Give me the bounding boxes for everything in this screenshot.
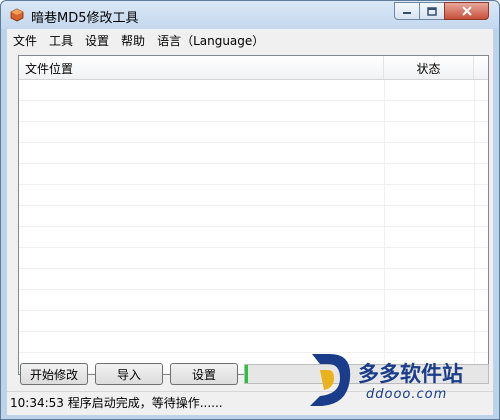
title-bar[interactable]: 暗巷MD5修改工具 [1, 1, 499, 29]
status-text: 10:34:53 程序启动完成，等待操作...... [10, 396, 223, 410]
maximize-button[interactable] [419, 2, 445, 20]
import-button[interactable]: 导入 [95, 363, 163, 385]
watermark-url: ddooo.com [366, 387, 448, 402]
close-button[interactable] [444, 2, 489, 20]
start-modify-button[interactable]: 开始修改 [20, 363, 88, 385]
list-rows [19, 80, 488, 374]
list-header: 文件位置 状态 [19, 56, 488, 80]
maximize-icon [427, 6, 437, 16]
watermark-brand: 多多软件站 [358, 362, 463, 386]
menu-help[interactable]: 帮助 [115, 32, 151, 49]
menu-settings[interactable]: 设置 [79, 32, 115, 49]
column-header-status[interactable]: 状态 [384, 56, 474, 79]
minimize-button[interactable] [394, 2, 420, 20]
settings-button[interactable]: 设置 [170, 363, 238, 385]
column-header-file-location[interactable]: 文件位置 [19, 56, 384, 79]
column-divider [474, 80, 475, 374]
watermark-logo: 多多软件站 ddooo.com [306, 350, 496, 416]
window-title: 暗巷MD5修改工具 [31, 11, 139, 26]
menu-file[interactable]: 文件 [7, 32, 43, 49]
minimize-icon [403, 12, 411, 14]
menu-bar: 文件 工具 设置 帮助 语言（Language） [7, 29, 493, 51]
menu-tools[interactable]: 工具 [43, 32, 79, 49]
app-icon [10, 8, 24, 22]
close-icon [461, 6, 472, 16]
progress-fill [245, 365, 248, 383]
menu-language[interactable]: 语言（Language） [151, 32, 270, 49]
file-list[interactable]: 文件位置 状态 [18, 55, 489, 375]
column-divider [384, 80, 385, 374]
watermark-d-icon [310, 354, 351, 406]
